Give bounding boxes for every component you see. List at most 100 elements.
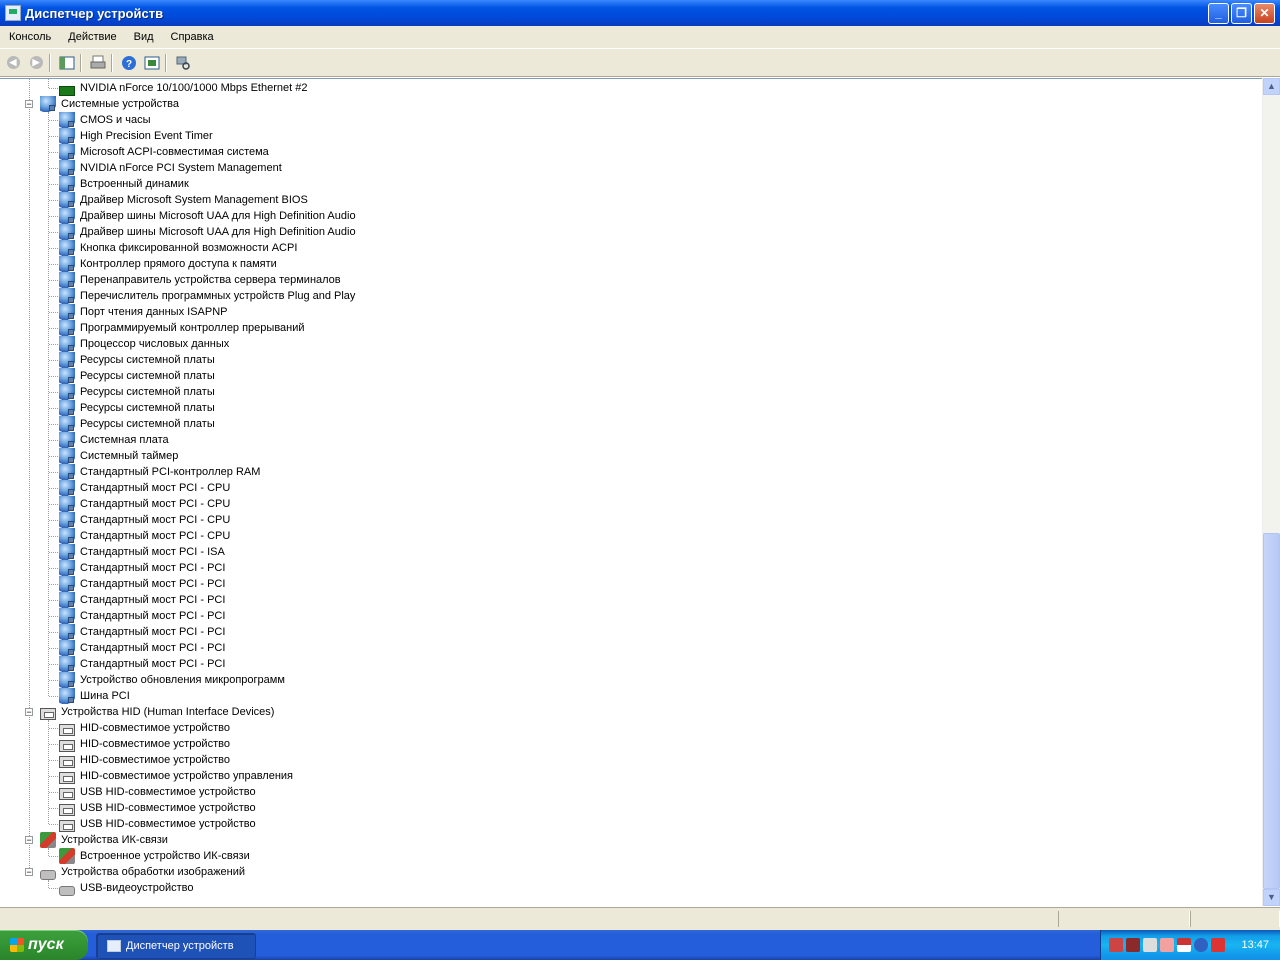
menu-console[interactable]: Консоль	[0, 31, 59, 43]
tree-device[interactable]: Ресурсы системной платы	[59, 384, 217, 400]
collapse-toggle[interactable]: −	[25, 100, 33, 109]
menu-view[interactable]: Вид	[125, 31, 162, 43]
tree-category[interactable]: Системные устройства	[40, 96, 181, 112]
tree-category[interactable]: Устройства HID (Human Interface Devices)	[40, 704, 276, 720]
minimize-button[interactable]: _	[1208, 2, 1229, 24]
tree-device[interactable]: NVIDIA nForce 10/100/1000 Mbps Ethernet …	[59, 80, 309, 96]
tree-label: HID-совместимое устройство управления	[80, 770, 294, 782]
hid-device-icon	[59, 820, 75, 832]
collapse-toggle[interactable]: −	[25, 836, 33, 845]
tree-device[interactable]: Стандартный мост PCI - ISA	[59, 544, 227, 560]
system-device-icon	[59, 416, 75, 432]
tree-device[interactable]: Стандартный мост PCI - PCI	[59, 640, 227, 656]
tree-label: Стандартный мост PCI - CPU	[80, 482, 231, 494]
tree-device[interactable]: Стандартный мост PCI - PCI	[59, 656, 227, 672]
tree-label: Системный таймер	[80, 450, 179, 462]
tray-app-icon[interactable]	[1109, 938, 1123, 952]
tree-line	[49, 824, 58, 825]
tree-device[interactable]: Порт чтения данных ISAPNP	[59, 304, 230, 320]
tree-device[interactable]: Кнопка фиксированной возможности ACPI	[59, 240, 299, 256]
menu-action[interactable]: Действие	[59, 31, 124, 43]
svg-text:?: ?	[126, 59, 132, 70]
show-hide-tree-button[interactable]	[57, 53, 77, 73]
tree-device[interactable]: NVIDIA nForce PCI System Management	[59, 160, 284, 176]
close-button[interactable]: ✕	[1254, 2, 1275, 24]
tree-device[interactable]: Стандартный мост PCI - CPU	[59, 496, 232, 512]
tray-safely-remove-icon[interactable]	[1211, 938, 1225, 952]
vertical-scrollbar[interactable]: ▲ ▼	[1262, 78, 1280, 906]
tree-device[interactable]: Стандартный мост PCI - CPU	[59, 528, 232, 544]
tree-device[interactable]: Драйвер шины Microsoft UAA для High Defi…	[59, 208, 358, 224]
tree-category[interactable]: Устройства ИК-связи	[40, 832, 170, 848]
tree-device[interactable]: HID-совместимое устройство	[59, 720, 232, 736]
tree-device[interactable]: Драйвер шины Microsoft UAA для High Defi…	[59, 224, 358, 240]
tree-device[interactable]: CMOS и часы	[59, 112, 153, 128]
tree-device[interactable]: Стандартный мост PCI - CPU	[59, 480, 232, 496]
tree-device[interactable]: Стандартный мост PCI - PCI	[59, 560, 227, 576]
tree-device[interactable]: Процессор числовых данных	[59, 336, 231, 352]
tree-category[interactable]: Устройства обработки изображений	[40, 864, 247, 880]
tree-device[interactable]: Перенаправитель устройства сервера терми…	[59, 272, 343, 288]
tree-device[interactable]: Стандартный мост PCI - PCI	[59, 576, 227, 592]
tree-device[interactable]: Драйвер Microsoft System Management BIOS	[59, 192, 310, 208]
properties-button[interactable]	[142, 53, 162, 73]
taskbar-item-device-manager[interactable]: Диспетчер устройств	[96, 933, 256, 959]
tree-label: Стандартный мост PCI - CPU	[80, 514, 231, 526]
system-device-icon	[59, 144, 75, 160]
scroll-down-button[interactable]: ▼	[1263, 889, 1280, 906]
tree-device[interactable]: Программируемый контроллер прерываний	[59, 320, 307, 336]
maximize-button[interactable]: ❐	[1231, 2, 1252, 24]
tree-label: HID-совместимое устройство	[80, 738, 230, 750]
tree-device[interactable]: Стандартный PCI-контроллер RAM	[59, 464, 262, 480]
collapse-toggle[interactable]: −	[25, 708, 33, 717]
tree-device[interactable]: Встроенное устройство ИК-связи	[59, 848, 252, 864]
tree-line	[49, 680, 58, 681]
scroll-up-button[interactable]: ▲	[1263, 78, 1280, 95]
tree-device[interactable]: Контроллер прямого доступа к памяти	[59, 256, 279, 272]
tray-network-icon[interactable]	[1126, 938, 1140, 952]
collapse-toggle[interactable]: −	[25, 868, 33, 877]
tree-device[interactable]: USB HID-совместимое устройство	[59, 816, 258, 832]
tree-device[interactable]: Стандартный мост PCI - PCI	[59, 592, 227, 608]
tree-device[interactable]: High Precision Event Timer	[59, 128, 215, 144]
tree-device[interactable]: HID-совместимое устройство	[59, 752, 232, 768]
device-tree[interactable]: NVIDIA nForce 10/100/1000 Mbps Ethernet …	[0, 78, 1262, 907]
tree-device[interactable]: Ресурсы системной платы	[59, 400, 217, 416]
tree-line	[49, 312, 58, 313]
scroll-thumb[interactable]	[1263, 533, 1280, 889]
tree-device[interactable]: Шина PCI	[59, 688, 132, 704]
help-button[interactable]: ?	[119, 53, 139, 73]
tree-device[interactable]: Ресурсы системной платы	[59, 416, 217, 432]
tree-device[interactable]: Перечислитель программных устройств Plug…	[59, 288, 357, 304]
tree-device[interactable]: Microsoft ACPI-совместимая система	[59, 144, 271, 160]
print-button[interactable]	[88, 53, 108, 73]
tree-device[interactable]: HID-совместимое устройство управления	[59, 768, 295, 784]
tree-device[interactable]: Встроенный динамик	[59, 176, 191, 192]
menu-help[interactable]: Справка	[162, 31, 222, 43]
tree-line	[49, 856, 58, 857]
tree-device[interactable]: Ресурсы системной платы	[59, 352, 217, 368]
start-button[interactable]: пуск	[0, 930, 88, 960]
tray-volume-icon[interactable]	[1143, 938, 1157, 952]
tray-language-icon[interactable]	[1177, 938, 1191, 952]
system-device-icon	[59, 384, 75, 400]
tree-device[interactable]: HID-совместимое устройство	[59, 736, 232, 752]
tree-device[interactable]: Ресурсы системной платы	[59, 368, 217, 384]
tree-device[interactable]: Системная плата	[59, 432, 171, 448]
forward-button[interactable]: ▶	[26, 53, 46, 73]
tree-device[interactable]: USB HID-совместимое устройство	[59, 784, 258, 800]
tree-device[interactable]: Устройство обновления микропрограмм	[59, 672, 287, 688]
system-device-icon	[59, 464, 75, 480]
tree-device[interactable]: USB-видеоустройство	[59, 880, 195, 896]
tree-device[interactable]: Стандартный мост PCI - PCI	[59, 608, 227, 624]
back-button[interactable]: ◀	[3, 53, 23, 73]
tray-speaker-icon[interactable]	[1160, 938, 1174, 952]
tree-device[interactable]: Системный таймер	[59, 448, 180, 464]
tree-device[interactable]: USB HID-совместимое устройство	[59, 800, 258, 816]
tree-device[interactable]: Стандартный мост PCI - PCI	[59, 624, 227, 640]
tree-label: Стандартный мост PCI - ISA	[80, 546, 225, 558]
scan-hardware-button[interactable]	[173, 53, 193, 73]
title-bar[interactable]: Диспетчер устройств _ ❐ ✕	[0, 0, 1280, 26]
tray-power-icon[interactable]	[1194, 938, 1208, 952]
tree-device[interactable]: Стандартный мост PCI - CPU	[59, 512, 232, 528]
